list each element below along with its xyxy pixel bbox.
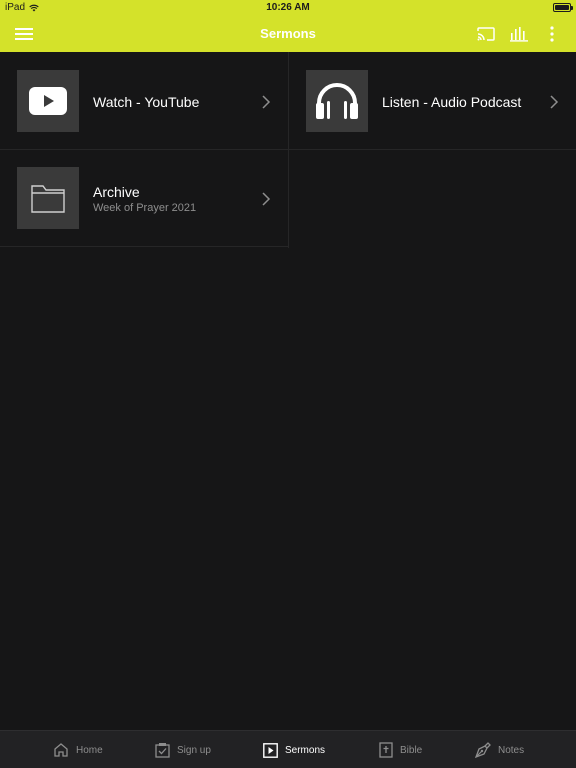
tile-title: Archive [93, 184, 140, 200]
more-vertical-icon[interactable] [542, 24, 562, 44]
cast-icon[interactable] [476, 24, 496, 44]
bible-icon [379, 742, 393, 758]
chevron-right-icon [262, 95, 271, 109]
pen-nib-icon [475, 742, 491, 758]
tile-thumbnail [17, 167, 79, 229]
tile-subtitle: Week of Prayer 2021 [93, 202, 197, 214]
tab-bar: Home Sign up Sermons Bible Notes [0, 730, 576, 768]
chevron-right-icon [262, 192, 271, 206]
checkbox-icon [155, 743, 170, 758]
tab-label: Notes [498, 744, 525, 756]
play-square-icon [263, 742, 278, 758]
tab-label: Home [76, 744, 103, 756]
tile-title: Listen - Audio Podcast [382, 94, 522, 110]
status-bar: iPad 10:26 AM [0, 0, 576, 16]
tile-thumbnail [306, 70, 368, 132]
tab-notes[interactable]: Notes [475, 731, 524, 768]
tile-thumbnail [17, 70, 79, 132]
home-icon [54, 743, 68, 757]
tab-label: Bible [400, 744, 423, 756]
tile-listen-podcast[interactable]: Listen - Audio Podcast [289, 52, 576, 150]
tab-sermons[interactable]: Sermons [263, 731, 325, 768]
tab-home[interactable]: Home [53, 731, 103, 768]
nav-bar: Sermons [0, 16, 576, 52]
equalizer-icon[interactable] [509, 24, 529, 44]
folder-icon [31, 185, 65, 213]
headphones-icon [316, 83, 358, 119]
tile-watch-youtube[interactable]: Watch - YouTube [0, 52, 288, 150]
app-header: iPad 10:26 AM Sermons [0, 0, 576, 52]
tile-title: Watch - YouTube [93, 94, 200, 110]
status-time: 10:26 AM [266, 2, 310, 13]
youtube-play-icon [29, 87, 67, 115]
tab-label: Sermons [285, 744, 326, 756]
status-right [553, 3, 573, 12]
chevron-right-icon [550, 95, 559, 109]
tile-archive[interactable]: Archive Week of Prayer 2021 [0, 149, 288, 247]
tab-sign-up[interactable]: Sign up [155, 731, 211, 768]
battery-icon [553, 3, 573, 12]
tab-bible[interactable]: Bible [379, 731, 422, 768]
tab-label: Sign up [177, 744, 211, 756]
